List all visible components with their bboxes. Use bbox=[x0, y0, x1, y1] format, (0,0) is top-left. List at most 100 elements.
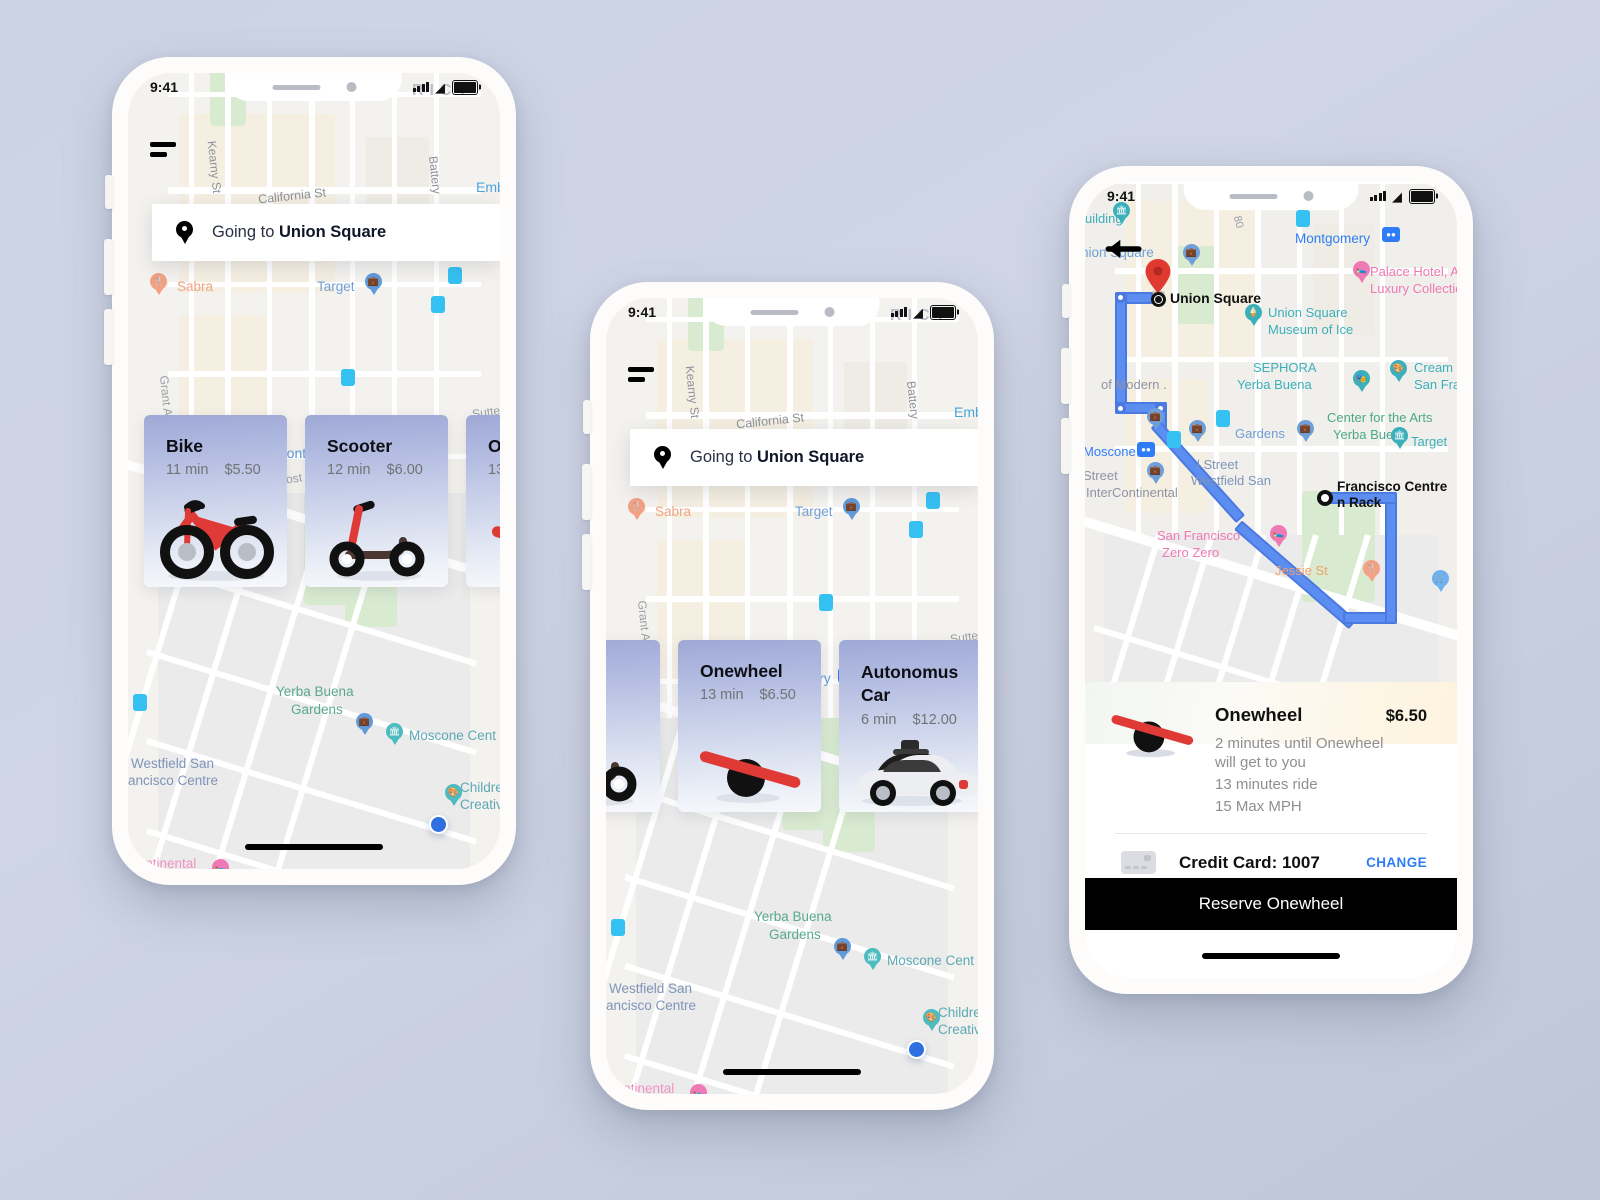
map-pin-sfmoma[interactable]: 🎨 bbox=[1390, 360, 1407, 382]
map-pin-museum-ice-cream[interactable]: 🍦 bbox=[1245, 304, 1262, 326]
status-bar: 9:41 ◢ bbox=[1085, 182, 1457, 210]
map-label: SEPHORA bbox=[1253, 360, 1317, 375]
map-pin-transit[interactable] bbox=[431, 296, 445, 313]
map-pin-moscone[interactable]: 🏛 bbox=[864, 948, 881, 970]
vehicle-price: $6.00 bbox=[386, 462, 423, 478]
cellular-signal-icon bbox=[890, 307, 907, 317]
map-pin-target-2[interactable]: 💼 bbox=[356, 713, 373, 735]
map-pin-store-3[interactable]: 🛒 bbox=[1432, 570, 1449, 592]
map-pin-transit-street-3[interactable]: ●● bbox=[1137, 442, 1155, 457]
map-pin-intercontinental-3[interactable]: 🛌 bbox=[1270, 525, 1287, 547]
phone-button-volume-down bbox=[104, 309, 113, 365]
map-label: Target bbox=[317, 279, 355, 294]
map-pin-sabra[interactable]: 🍴 bbox=[150, 273, 167, 295]
map-label: Sabra bbox=[655, 504, 692, 519]
status-time: 9:41 bbox=[628, 304, 657, 320]
menu-icon[interactable] bbox=[150, 142, 176, 157]
vehicle-time: 12 min bbox=[327, 462, 371, 478]
map-pin-intercontinental[interactable]: 🛌 bbox=[212, 859, 229, 869]
map-pin-target[interactable]: 💼 bbox=[843, 498, 860, 520]
reservation-sheet: Onewheel $6.50 2 minutes until Onewheel … bbox=[1085, 682, 1457, 978]
vehicle-card-onewheel[interactable]: Onewheel 13 min $6.50 bbox=[678, 640, 821, 812]
map-pin-moscone-3[interactable]: 🏛 bbox=[1391, 427, 1408, 449]
payment-label: Credit Card: 1007 bbox=[1179, 852, 1320, 872]
map-pin-transit[interactable] bbox=[448, 267, 462, 284]
detail-line: 15 Max MPH bbox=[1215, 798, 1302, 815]
map-pin-westfield[interactable]: 💼 bbox=[1189, 420, 1206, 442]
map-label: Emb bbox=[476, 179, 500, 195]
route-waypoint bbox=[1115, 292, 1126, 303]
vehicle-card-scooter[interactable]: er $6.00 bbox=[606, 640, 660, 812]
scooter-icon bbox=[606, 762, 637, 806]
vehicle-card-onewheel[interactable]: Onewheel 13 min $6.50 bbox=[466, 415, 500, 587]
map-label: Gardens bbox=[769, 927, 821, 942]
home-indicator[interactable] bbox=[723, 1069, 861, 1075]
map-pin-transit[interactable] bbox=[1296, 210, 1310, 227]
route-segment bbox=[1115, 292, 1127, 414]
battery-icon bbox=[1409, 188, 1435, 204]
map-pin-transit[interactable] bbox=[909, 521, 923, 538]
map-pin-target-2[interactable]: 💼 bbox=[834, 938, 851, 960]
map-pin-transit[interactable] bbox=[1167, 431, 1181, 448]
map-pin-sephora-shop[interactable]: 💼 bbox=[1147, 408, 1164, 430]
home-indicator[interactable] bbox=[245, 844, 383, 850]
map-label: of Modern . bbox=[1101, 377, 1167, 392]
map-pin-transit-montgomery-3[interactable]: ●● bbox=[1382, 227, 1400, 242]
destination-bar[interactable]: Going to Union Square bbox=[630, 429, 978, 486]
vehicle-name: Bike bbox=[166, 436, 203, 456]
map-label: Moscone Cent bbox=[887, 953, 975, 968]
map-pin-zero-zero-3[interactable]: 🍴 bbox=[1363, 560, 1380, 582]
map-pin-transit[interactable] bbox=[1216, 410, 1230, 427]
map-pin-transit[interactable] bbox=[133, 694, 147, 711]
map-pin-intercontinental[interactable]: 🛌 bbox=[690, 1084, 707, 1094]
back-arrow-icon[interactable] bbox=[1105, 237, 1143, 261]
wifi-icon: ◢ bbox=[1392, 188, 1402, 204]
map-label: Yerba Buena bbox=[1237, 377, 1312, 392]
map-pin-transit[interactable] bbox=[926, 492, 940, 509]
map-pin-moscone[interactable]: 🏛 bbox=[386, 723, 403, 745]
vehicle-card-strip[interactable]: Bike 11 min $5.50 Scooter 12 min $6.00 O… bbox=[144, 415, 500, 587]
map-pin-transit[interactable] bbox=[819, 594, 833, 611]
map-label-origin: Francisco Centre n Rack bbox=[1337, 479, 1448, 511]
vehicle-name: Autonomus Car bbox=[861, 662, 959, 705]
reserve-button[interactable]: Reserve Onewheel bbox=[1085, 878, 1457, 930]
map-pin-target-3[interactable]: 💼 bbox=[1297, 420, 1314, 442]
detail-line: 13 minutes ride bbox=[1215, 776, 1318, 793]
phone-button-volume-up bbox=[1061, 348, 1070, 404]
map-pin-target[interactable]: 💼 bbox=[365, 273, 382, 295]
map-pin-creativity-museum[interactable]: 🎨 bbox=[445, 784, 462, 806]
map-label: Target bbox=[1411, 434, 1448, 449]
vehicle-card-bike[interactable]: Bike 11 min $5.50 bbox=[144, 415, 287, 587]
map-label: Union Square bbox=[1268, 305, 1348, 320]
cellular-signal-icon bbox=[1369, 191, 1386, 201]
battery-icon bbox=[452, 79, 478, 95]
menu-icon[interactable] bbox=[628, 367, 654, 382]
map-pin-transit[interactable] bbox=[611, 919, 625, 936]
screen-reserve: Francisco Centre n Rack Union Square uild… bbox=[1085, 182, 1457, 978]
map-pin-transit[interactable] bbox=[341, 369, 355, 386]
map-pin-sabra[interactable]: 🍴 bbox=[628, 498, 645, 520]
map-pin-palace-hotel[interactable]: 🛌 bbox=[1353, 261, 1370, 283]
vehicle-card-strip[interactable]: er $6.00 Onewheel bbox=[606, 640, 978, 812]
map-label: Moscone bbox=[1085, 444, 1136, 459]
map-pin-creativity-museum[interactable]: 🎨 bbox=[923, 1009, 940, 1031]
destination-bar[interactable]: Going to Union Square bbox=[152, 204, 500, 261]
vehicle-card-autonomous-car[interactable]: Autonomus Car 6 min $12.00 bbox=[839, 640, 978, 812]
vehicle-meta: $6.00 bbox=[606, 687, 660, 703]
map-pin-yerba-buena-arts[interactable]: 🎭 bbox=[1353, 370, 1370, 392]
vehicle-name: er bbox=[606, 661, 660, 682]
screen-select-scrolled: RICT Kearny St California St Battery Emb… bbox=[606, 298, 978, 1094]
payment-row[interactable]: Credit Card: 1007 CHANGE bbox=[1085, 834, 1457, 874]
map-label: Cream San Francisco bbox=[1414, 360, 1457, 375]
vehicle-time: 13 min bbox=[700, 687, 744, 703]
origin-marker-icon bbox=[1317, 490, 1333, 506]
vehicle-time: 13 min bbox=[488, 462, 500, 478]
change-payment-button[interactable]: CHANGE bbox=[1366, 855, 1427, 870]
user-location-dot bbox=[431, 817, 446, 832]
vehicle-card-scooter[interactable]: Scooter 12 min $6.00 bbox=[305, 415, 448, 587]
home-indicator[interactable] bbox=[1202, 953, 1340, 959]
map-pin-nordstrom-rack[interactable]: 💼 bbox=[1147, 462, 1164, 484]
map-pin-union-square-shop[interactable]: 💼 bbox=[1183, 244, 1200, 266]
status-time: 9:41 bbox=[150, 79, 179, 95]
bike-icon bbox=[160, 500, 274, 581]
